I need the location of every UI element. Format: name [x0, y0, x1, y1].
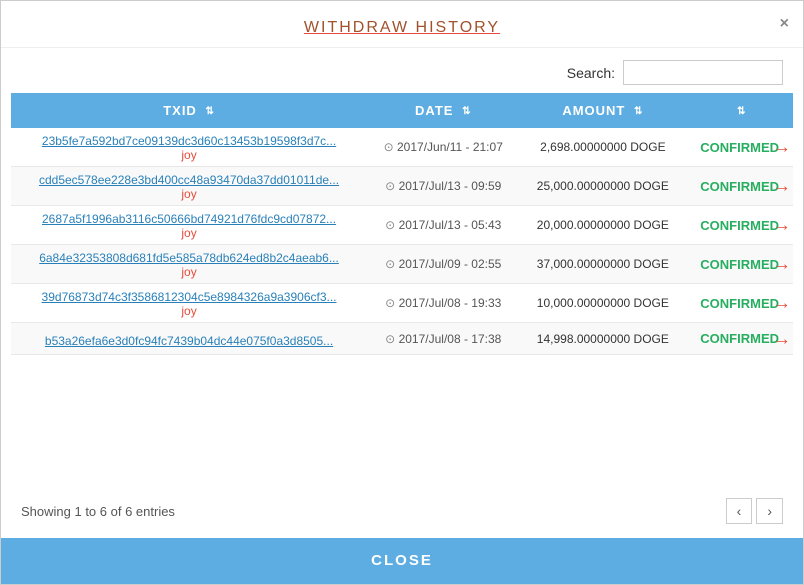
clock-icon: ⊙	[384, 140, 394, 154]
col-date[interactable]: DATE ⇅	[367, 93, 519, 128]
next-page-button[interactable]: ›	[756, 498, 783, 524]
arrow-right-icon: →	[773, 137, 791, 158]
col-status[interactable]: ⇅	[686, 93, 793, 128]
table-header-row: TXID ⇅ DATE ⇅ AMOUNT ⇅ ⇅	[11, 93, 793, 128]
status-badge: CONFIRMED	[700, 140, 779, 155]
status-cell: CONFIRMED→	[686, 245, 793, 284]
arrow-right-icon: →	[773, 176, 791, 197]
status-cell: CONFIRMED→	[686, 206, 793, 245]
table-row: 2687a5f1996ab3116c50666bd74921d76fdc9cd0…	[11, 206, 793, 245]
table-row: 23b5fe7a592bd7ce09139dc3d60c13453b19598f…	[11, 128, 793, 167]
user-name: joy	[19, 226, 359, 242]
clock-icon: ⊙	[385, 296, 395, 310]
user-name: joy	[19, 148, 359, 164]
txid-link[interactable]: 39d76873d74c3f3586812304c5e8984326a9a390…	[19, 290, 359, 304]
sort-icon-txid: ⇅	[205, 106, 214, 117]
txid-link[interactable]: 2687a5f1996ab3116c50666bd74921d76fdc9cd0…	[19, 212, 359, 226]
table-row: 6a84e32353808d681fd5e585a78db624ed8b2c4a…	[11, 245, 793, 284]
clock-icon: ⊙	[385, 332, 395, 346]
col-txid[interactable]: TXID ⇅	[11, 93, 367, 128]
modal-footer[interactable]: CLOSE	[1, 538, 803, 584]
table-row: 39d76873d74c3f3586812304c5e8984326a9a390…	[11, 284, 793, 323]
user-name: joy	[19, 265, 359, 281]
txid-cell: 39d76873d74c3f3586812304c5e8984326a9a390…	[11, 284, 367, 323]
arrow-right-icon: →	[773, 328, 791, 349]
sort-icon-status: ⇅	[737, 106, 746, 117]
status-cell: CONFIRMED→	[686, 167, 793, 206]
txid-link[interactable]: 23b5fe7a592bd7ce09139dc3d60c13453b19598f…	[19, 134, 359, 148]
col-amount[interactable]: AMOUNT ⇅	[519, 93, 686, 128]
search-label: Search:	[567, 65, 615, 81]
txid-cell: cdd5ec578ee228e3bd400cc48a93470da37dd010…	[11, 167, 367, 206]
txid-link[interactable]: b53a26efa6e3d0fc94fc7439b04dc44e075f0a3d…	[19, 334, 359, 348]
status-badge: CONFIRMED	[700, 257, 779, 272]
date-cell: ⊙ 2017/Jul/13 - 05:43	[367, 206, 519, 245]
pagination: ‹ ›	[726, 498, 783, 524]
txid-link[interactable]: cdd5ec578ee228e3bd400cc48a93470da37dd010…	[19, 173, 359, 187]
date-cell: ⊙ 2017/Jul/13 - 09:59	[367, 167, 519, 206]
txid-cell: 2687a5f1996ab3116c50666bd74921d76fdc9cd0…	[11, 206, 367, 245]
close-button[interactable]: CLOSE	[371, 552, 433, 569]
arrow-right-icon: →	[773, 293, 791, 314]
status-cell: CONFIRMED→	[686, 128, 793, 167]
amount-cell: 20,000.00000000 DOGE	[519, 206, 686, 245]
date-cell: ⊙ 2017/Jul/09 - 02:55	[367, 245, 519, 284]
arrow-right-icon: →	[773, 254, 791, 275]
footer-info: Showing 1 to 6 of 6 entries ‹ ›	[1, 488, 803, 534]
showing-entries: Showing 1 to 6 of 6 entries	[21, 504, 175, 519]
txid-cell: 23b5fe7a592bd7ce09139dc3d60c13453b19598f…	[11, 128, 367, 167]
status-badge: CONFIRMED	[700, 331, 779, 346]
sort-icon-amount: ⇅	[634, 106, 643, 117]
status-cell: CONFIRMED→	[686, 284, 793, 323]
withdraw-history-table: TXID ⇅ DATE ⇅ AMOUNT ⇅ ⇅	[11, 93, 793, 355]
amount-cell: 14,998.00000000 DOGE	[519, 323, 686, 355]
table-row: b53a26efa6e3d0fc94fc7439b04dc44e075f0a3d…	[11, 323, 793, 355]
clock-icon: ⊙	[385, 179, 395, 193]
clock-icon: ⊙	[385, 257, 395, 271]
modal: WITHDRAW HISTORY × Search: TXID ⇅ DATE ⇅	[0, 0, 804, 585]
date-cell: ⊙ 2017/Jul/08 - 17:38	[367, 323, 519, 355]
amount-cell: 2,698.00000000 DOGE	[519, 128, 686, 167]
modal-title: WITHDRAW HISTORY	[304, 19, 500, 36]
txid-cell: b53a26efa6e3d0fc94fc7439b04dc44e075f0a3d…	[11, 323, 367, 355]
txid-cell: 6a84e32353808d681fd5e585a78db624ed8b2c4a…	[11, 245, 367, 284]
prev-page-button[interactable]: ‹	[726, 498, 753, 524]
table-wrap: TXID ⇅ DATE ⇅ AMOUNT ⇅ ⇅	[1, 93, 803, 488]
table-row: cdd5ec578ee228e3bd400cc48a93470da37dd010…	[11, 167, 793, 206]
date-cell: ⊙ 2017/Jul/08 - 19:33	[367, 284, 519, 323]
amount-cell: 25,000.00000000 DOGE	[519, 167, 686, 206]
status-badge: CONFIRMED	[700, 218, 779, 233]
user-name: joy	[19, 187, 359, 203]
search-input[interactable]	[623, 60, 783, 85]
search-bar: Search:	[1, 48, 803, 93]
clock-icon: ⊙	[385, 218, 395, 232]
status-badge: CONFIRMED	[700, 296, 779, 311]
close-x-button[interactable]: ×	[780, 15, 789, 33]
user-name: joy	[19, 304, 359, 320]
sort-icon-date: ⇅	[462, 106, 471, 117]
date-cell: ⊙ 2017/Jun/11 - 21:07	[367, 128, 519, 167]
txid-link[interactable]: 6a84e32353808d681fd5e585a78db624ed8b2c4a…	[19, 251, 359, 265]
arrow-right-icon: →	[773, 215, 791, 236]
amount-cell: 37,000.00000000 DOGE	[519, 245, 686, 284]
status-cell: CONFIRMED→	[686, 323, 793, 355]
amount-cell: 10,000.00000000 DOGE	[519, 284, 686, 323]
status-badge: CONFIRMED	[700, 179, 779, 194]
modal-header: WITHDRAW HISTORY ×	[1, 1, 803, 48]
